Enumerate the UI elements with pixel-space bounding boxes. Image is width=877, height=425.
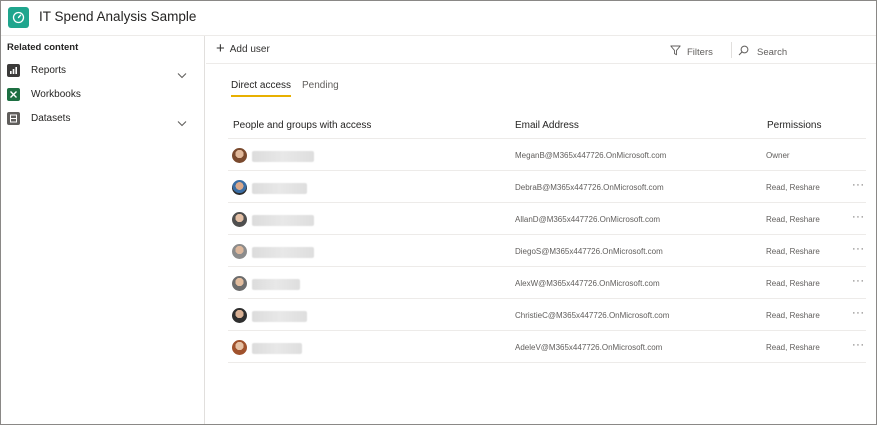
gauge-icon — [8, 7, 29, 28]
avatar — [232, 148, 247, 163]
toolbar-divider — [731, 42, 732, 58]
search-input[interactable]: Search — [738, 43, 787, 61]
sidebar-item-label: Workbooks — [31, 89, 81, 100]
filter-icon — [670, 43, 681, 61]
row-divider — [228, 266, 866, 267]
row-divider — [228, 202, 866, 203]
permission-cell: Read, Reshare — [766, 279, 820, 288]
table-row[interactable]: ChristieC@M365x447726.OnMicrosoft.com Re… — [228, 299, 866, 331]
email-cell: AdeleV@M365x447726.OnMicrosoft.com — [515, 343, 663, 352]
table-row[interactable]: DebraB@M365x447726.OnMicrosoft.com Read,… — [228, 171, 866, 203]
page-title: IT Spend Analysis Sample — [39, 9, 197, 24]
dataset-icon — [7, 112, 20, 125]
more-options-icon[interactable]: ··· — [852, 339, 865, 351]
sidebar-item-datasets[interactable]: Datasets — [1, 108, 204, 130]
row-divider — [228, 170, 866, 171]
permission-cell: Read, Reshare — [766, 247, 820, 256]
sidebar-heading: Related content — [7, 42, 79, 53]
add-user-button[interactable]: + Add user — [216, 40, 270, 57]
email-cell: DiegoS@M365x447726.OnMicrosoft.com — [515, 247, 663, 256]
more-options-icon[interactable]: ··· — [852, 275, 865, 287]
user-name-redacted — [252, 151, 314, 162]
email-cell: AlexW@M365x447726.OnMicrosoft.com — [515, 279, 660, 288]
search-icon — [738, 43, 749, 61]
row-divider — [228, 330, 866, 331]
avatar — [232, 308, 247, 323]
email-cell: ChristieC@M365x447726.OnMicrosoft.com — [515, 311, 670, 320]
user-name-redacted — [252, 215, 314, 226]
more-options-icon[interactable]: ··· — [852, 307, 865, 319]
tab-direct-access[interactable]: Direct access — [231, 80, 292, 97]
avatar — [232, 244, 247, 259]
column-header-permissions[interactable]: Permissions — [767, 120, 821, 131]
toolbar: + Add user Filters Search — [206, 36, 876, 64]
row-divider — [228, 298, 866, 299]
user-name-redacted — [252, 279, 300, 290]
sidebar: Related content Reports Workbooks Datase… — [1, 36, 205, 424]
sidebar-item-reports[interactable]: Reports — [1, 60, 204, 82]
filters-button[interactable]: Filters — [670, 43, 713, 61]
sidebar-item-label: Reports — [31, 65, 67, 76]
email-cell: MeganB@M365x447726.OnMicrosoft.com — [515, 151, 667, 160]
table-row[interactable]: MeganB@M365x447726.OnMicrosoft.com Owner — [228, 139, 866, 171]
plus-icon: + — [216, 40, 225, 57]
permission-cell: Read, Reshare — [766, 183, 820, 192]
user-name-redacted — [252, 183, 307, 194]
row-divider — [228, 362, 866, 363]
avatar — [232, 212, 247, 227]
sidebar-item-workbooks[interactable]: Workbooks — [1, 84, 204, 106]
more-options-icon[interactable]: ··· — [852, 211, 865, 223]
permission-cell: Read, Reshare — [766, 215, 820, 224]
permission-cell: Owner — [766, 151, 790, 160]
add-user-label: Add user — [229, 43, 270, 55]
more-options-icon[interactable]: ··· — [852, 179, 865, 191]
user-name-redacted — [252, 343, 302, 354]
table-row[interactable]: AdeleV@M365x447726.OnMicrosoft.com Read,… — [228, 331, 866, 363]
report-icon — [7, 64, 20, 77]
search-placeholder: Search — [757, 46, 788, 58]
user-name-redacted — [252, 247, 314, 258]
excel-icon — [7, 88, 20, 101]
header: IT Spend Analysis Sample — [1, 1, 876, 36]
tab-pending[interactable]: Pending — [302, 80, 339, 95]
table-row[interactable]: DiegoS@M365x447726.OnMicrosoft.com Read,… — [228, 235, 866, 267]
permission-cell: Read, Reshare — [766, 311, 820, 320]
chevron-down-icon[interactable] — [177, 114, 187, 132]
column-header-people[interactable]: People and groups with access — [233, 120, 371, 131]
row-divider — [228, 234, 866, 235]
avatar — [232, 340, 247, 355]
table-row[interactable]: AlexW@M365x447726.OnMicrosoft.com Read, … — [228, 267, 866, 299]
sidebar-item-label: Datasets — [31, 113, 71, 124]
email-cell: DebraB@M365x447726.OnMicrosoft.com — [515, 183, 664, 192]
table-row[interactable]: AllanD@M365x447726.OnMicrosoft.com Read,… — [228, 203, 866, 235]
user-name-redacted — [252, 311, 307, 322]
avatar — [232, 276, 247, 291]
permission-cell: Read, Reshare — [766, 343, 820, 352]
column-header-email[interactable]: Email Address — [515, 120, 579, 131]
chevron-down-icon[interactable] — [177, 66, 187, 84]
avatar — [232, 180, 247, 195]
email-cell: AllanD@M365x447726.OnMicrosoft.com — [515, 215, 661, 224]
more-options-icon[interactable]: ··· — [852, 243, 865, 255]
filters-label: Filters — [687, 46, 713, 58]
